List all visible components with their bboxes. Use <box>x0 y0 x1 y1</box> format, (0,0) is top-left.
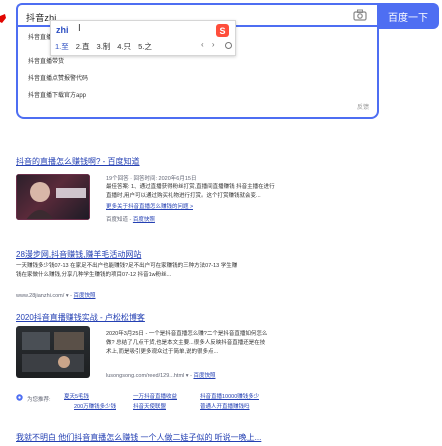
related-search-link[interactable]: 抖音直播10000赚钱多少 <box>200 393 259 402</box>
ime-page-arrows[interactable]: ‹ › <box>201 40 218 49</box>
related-search-link[interactable]: 200万赚钱多少钱 <box>74 403 116 412</box>
recommend-label: 为您推荐: <box>27 397 51 403</box>
ime-menu-icon[interactable] <box>225 42 232 49</box>
result-snippet: 钱在家做什么赚钱,分享几种学生赚钱的项目07-12 抖音1w粉丝... <box>16 272 172 278</box>
ime-candidate[interactable]: 4.只 <box>117 41 131 52</box>
ime-candidate[interactable]: 5.之 <box>138 41 152 52</box>
suggestion-item[interactable]: 抖音直播下载官方app <box>28 90 86 99</box>
recommend-icon <box>16 394 23 401</box>
logo-mark <box>0 14 6 23</box>
ime-candidate[interactable]: 3.制 <box>97 41 111 52</box>
thumbnail-image <box>16 174 90 220</box>
result-meta: 19个回答 · 回答时间: 2020年6月15日 <box>106 176 197 182</box>
search-button[interactable]: 百度一下 <box>377 3 439 29</box>
related-search-link[interactable]: 夏天5毛钱 <box>64 393 89 402</box>
result-snippet: 一天赚钱多少钱07-13 在家足不出户也能赚钱?足不出户可在家赚钱的三种方法07… <box>16 263 238 269</box>
ime-candidates: 1.至 2.直 3.制 4.只 5.之 <box>55 41 152 52</box>
related-search-link[interactable]: 抖音天使联盟 <box>133 403 166 412</box>
ime-candidate[interactable]: 1.至 <box>55 41 69 52</box>
result-snippet: 2020年3月25日 - 一个是抖音直播怎么赚?二个是抖音直播如何怎么 <box>106 331 268 337</box>
result-snippet: 直播时,用户可以通过购买礼物进行打赏。这个打赏赚钱就会变... <box>106 193 261 199</box>
snapshot-link[interactable]: 百度快照 <box>193 373 215 379</box>
snapshot-link[interactable]: 百度快照 <box>73 293 95 299</box>
more-questions-link[interactable]: 更多关于抖音直播怎么赚钱的问题 > <box>106 203 193 212</box>
camera-icon[interactable] <box>353 9 367 21</box>
result-url: lusongsong.com/reed/129...html ▾ - 百度快照 <box>106 373 216 379</box>
result-source: 百度知道 - 百度快照 <box>106 217 155 223</box>
result-thumbnail[interactable] <box>16 174 90 220</box>
related-search-link[interactable]: 普通人开直播赚钱吗 <box>200 403 250 412</box>
result-url: www.28jianzhi.com/ ▾ - 百度快照 <box>16 293 96 299</box>
suggestion-item[interactable]: 抖音直播点赞报警代码 <box>28 73 88 82</box>
feedback-link[interactable]: 反馈 <box>357 102 369 111</box>
suggestion-item[interactable]: 抖音直播带货 <box>28 56 64 65</box>
ime-logo-icon: S <box>216 24 229 37</box>
text-cursor-icon: I <box>78 23 81 34</box>
ime-pinyin: zhi <box>56 25 69 35</box>
result-snippet: 最佳答案: 1、通过直播获得粉丝打赏,直播间直播赚钱 抖音主播在进行 <box>106 184 275 190</box>
ime-candidate-window: zhi I S 1.至 2.直 3.制 4.只 5.之 ‹ › <box>50 20 236 56</box>
result-title[interactable]: 2020抖音直播赚钱实战 - 卢松松博客 <box>16 312 145 323</box>
result-title[interactable]: 我就不明白 他们抖音直播怎么赚钱 一个人做二娃子似的 听说一晚上... <box>16 432 261 443</box>
ime-candidate[interactable]: 2.直 <box>76 41 90 52</box>
result-title[interactable]: 抖音的直播怎么赚钱啊? - 百度知道 <box>16 156 140 167</box>
snapshot-link[interactable]: 百度快照 <box>133 217 155 223</box>
result-title[interactable]: 28漫步网,抖音赚钱,赚羊毛活动网站 <box>16 249 141 260</box>
result-snippet: 做? 总结了几点干货,也是本文主要...很多人反映抖音直播还是在技 <box>106 340 266 346</box>
result-thumbnail[interactable] <box>16 326 90 378</box>
thumbnail-image <box>22 332 84 372</box>
result-snippet: 术上,而是吸引更多观众过于简单,说的很多点... <box>106 349 219 355</box>
related-search-link[interactable]: 一万抖音直播收益 <box>133 393 177 402</box>
